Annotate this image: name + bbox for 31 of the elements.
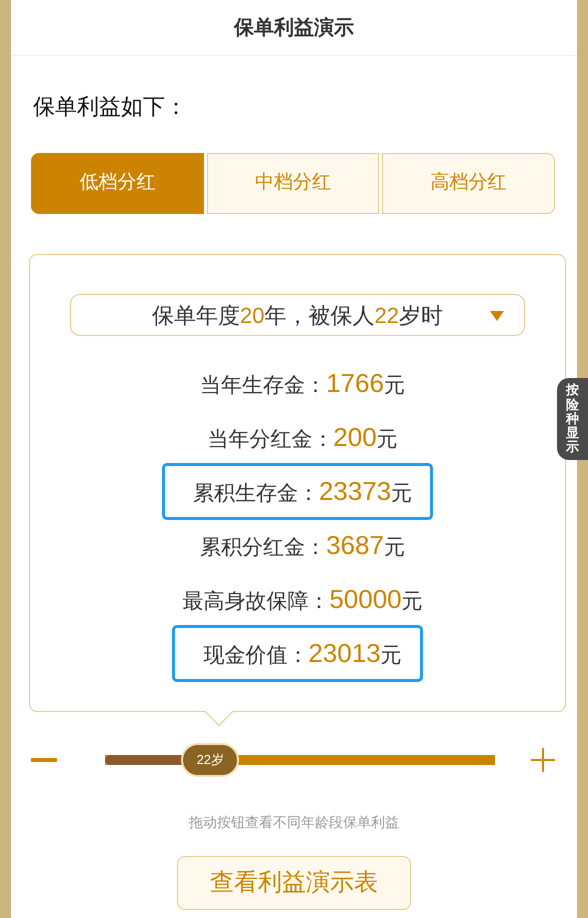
benefit-value: 50000 [329,582,402,616]
benefit-value: 200 [333,420,377,454]
caret-icon [490,311,504,321]
dividend-tab[interactable]: 高档分红 [382,153,556,214]
benefit-label: 现金价值： [203,642,308,668]
page-title: 保单利益演示 [234,16,354,40]
slider-track[interactable]: 22岁 [105,741,495,779]
dividend-tab[interactable]: 中档分红 [206,153,380,214]
unit-label: 元 [384,372,405,398]
plus-icon[interactable] [531,748,555,772]
section-heading: 保单利益如下： [33,94,187,119]
year-dropdown[interactable]: 保单年度20年，被保人22岁时 [70,294,525,336]
unit-label: 元 [402,588,423,614]
benefit-value: 23373 [318,474,392,508]
unit-label: 元 [376,426,398,452]
benefit-label: 最高身故保障： [182,588,330,614]
unit-label: 元 [391,480,412,506]
benefit-label: 当年生存金： [200,372,326,398]
benefit-label: 累积生存金： [192,480,319,506]
benefit-label: 累积分红金： [200,534,326,560]
slider-thumb[interactable]: 22岁 [181,743,240,777]
unit-label: 元 [384,534,405,560]
benefit-value: 1766 [326,366,384,400]
view-table-button[interactable]: 查看利益演示表 [177,856,411,910]
dividend-tab[interactable]: 低档分红 [31,153,204,214]
benefit-label: 当年分红金： [207,426,334,452]
benefit-value: 23013 [308,636,381,670]
unit-label: 元 [380,642,402,668]
hint-text: 拖动按钮查看不同年龄段保单利益 [189,814,399,830]
insurance-type-tab[interactable]: 按险种显示 [557,378,588,460]
benefit-value: 3687 [326,528,384,562]
